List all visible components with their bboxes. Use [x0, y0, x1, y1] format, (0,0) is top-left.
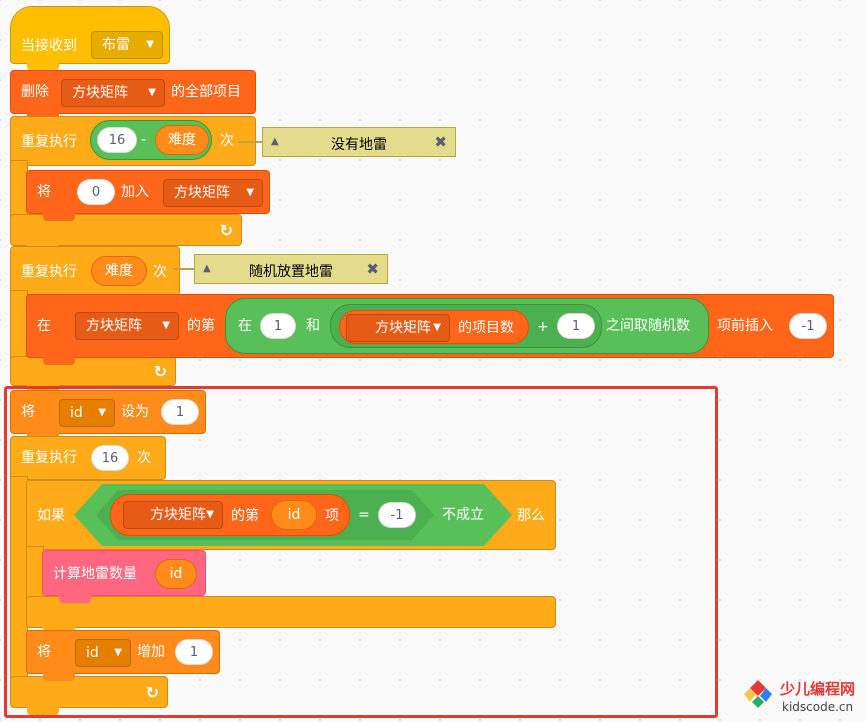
plus-number-input[interactable]: 1 [557, 313, 595, 339]
and-label: 和 [306, 318, 320, 334]
add-label: 将 [37, 184, 51, 200]
watermark-title: 少儿编程网 [780, 680, 856, 698]
random-from-input[interactable]: 1 [260, 313, 296, 339]
delete-suffix-label: 的全部项目 [171, 84, 241, 100]
length-suffix-label: 的项目数 [458, 320, 514, 336]
delete-label: 删除 [21, 84, 49, 100]
logo-icon [742, 678, 774, 710]
add-value-input[interactable]: 0 [77, 179, 115, 205]
dropdown-caret-icon: ▼ [146, 39, 154, 50]
repeat-block-2-bottom: ↻ [10, 356, 176, 393]
comment-connector [174, 268, 196, 270]
repeat-number-input[interactable]: 16 [97, 127, 137, 153]
repeat-label: 重复执行 [21, 134, 77, 150]
item-of-label: 的第 [187, 318, 215, 334]
times-label: 次 [153, 264, 167, 280]
close-icon[interactable]: ✖ [366, 260, 379, 278]
close-icon[interactable]: ✖ [434, 133, 447, 151]
watermark-logo: 少儿编程网 kidscode.cn [736, 662, 866, 722]
repeat-block-2-top[interactable]: 重复执行 难度 次 [10, 246, 180, 296]
list-dropdown[interactable]: 方块矩阵 ▼ [75, 312, 179, 340]
add-to-label: 加入 [121, 184, 149, 200]
insert-into-list-block[interactable]: 在 方块矩阵 ▼ 的第 在 1 和 方块矩阵 ▼ 的项目数 + 1 之间取随机数… [26, 294, 834, 365]
add-operator[interactable]: 方块矩阵 ▼ 的项目数 + 1 [330, 304, 602, 348]
random-suffix-label: 之间取随机数 [606, 318, 690, 334]
difficulty-variable[interactable]: 难度 [155, 125, 209, 155]
insert-value-input[interactable]: -1 [789, 313, 827, 339]
pick-random-label: 在 [238, 318, 252, 334]
add-to-list-block[interactable]: 将 0 加入 方块矩阵 ▼ [26, 170, 270, 221]
when-i-receive-block[interactable]: 当接收到 布雷 ▼ [10, 6, 170, 71]
list-dropdown[interactable]: 方块矩阵 ▼ [61, 79, 165, 107]
list-dropdown[interactable]: 方块矩阵 ▼ [163, 179, 263, 207]
times-label: 次 [220, 133, 234, 149]
pick-random-operator[interactable]: 在 1 和 方块矩阵 ▼ 的项目数 + 1 之间取随机数 [225, 298, 709, 354]
loop-arrow-icon: ↻ [153, 362, 167, 381]
when-receive-label: 当接收到 [21, 38, 77, 54]
comment-random-mines[interactable]: ▲ 随机放置地雷 ✖ [194, 254, 388, 284]
plus-label: + [537, 319, 549, 335]
dropdown-caret-icon: ▼ [246, 187, 254, 198]
length-of-list-reporter[interactable]: 方块矩阵 ▼ 的项目数 [339, 310, 529, 344]
dropdown-caret-icon: ▼ [433, 322, 441, 333]
difficulty-variable[interactable]: 难度 [91, 256, 147, 286]
comment-text: 随机放置地雷 [249, 264, 333, 280]
message-dropdown[interactable]: 布雷 ▼ [91, 31, 163, 59]
subtract-operator[interactable]: 16 - 难度 [90, 120, 212, 160]
insert-before-label: 项前插入 [717, 318, 773, 334]
comment-no-mines[interactable]: ▲ 没有地雷 ✖ [262, 127, 456, 157]
list-dropdown[interactable]: 方块矩阵 ▼ [346, 314, 450, 342]
comment-text: 没有地雷 [331, 137, 387, 153]
highlight-box [4, 386, 718, 718]
dropdown-caret-icon: ▼ [162, 320, 170, 331]
delete-all-of-list-block[interactable]: 删除 方块矩阵 ▼ 的全部项目 [10, 70, 256, 121]
repeat-label: 重复执行 [21, 264, 77, 280]
minus-label: - [141, 132, 147, 148]
loop-arrow-icon: ↻ [219, 221, 233, 240]
dropdown-caret-icon: ▼ [148, 87, 156, 98]
insert-at-label: 在 [37, 318, 51, 334]
comment-connector [238, 141, 264, 143]
watermark-url: kidscode.cn [782, 700, 854, 714]
